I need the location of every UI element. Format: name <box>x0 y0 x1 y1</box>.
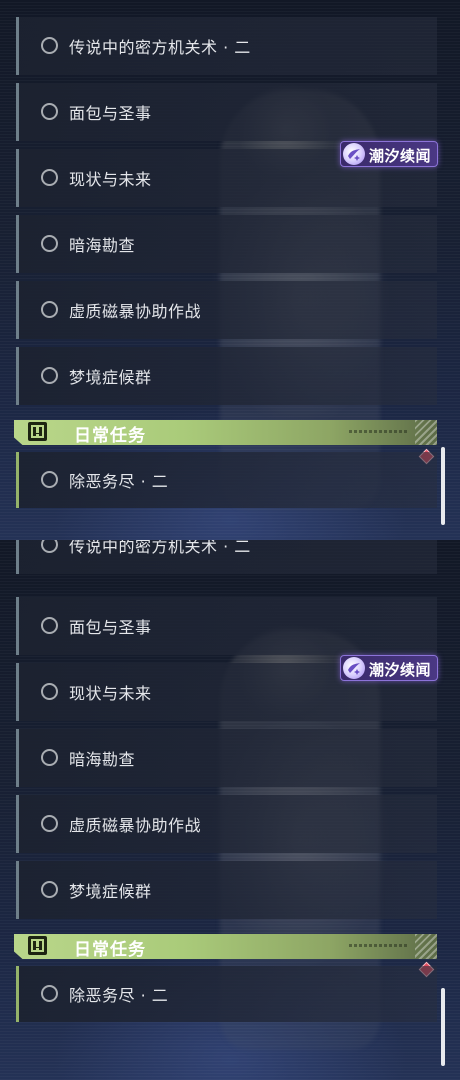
daily-quest-item[interactable]: 除恶务尽 · 二 <box>16 452 437 508</box>
quest-item[interactable]: 梦境症候群 <box>16 347 437 405</box>
daily-quest-item[interactable]: 除恶务尽 · 二 <box>16 966 437 1022</box>
quest-status-circle-icon <box>41 301 58 318</box>
quest-status-circle-icon <box>41 169 58 186</box>
quest-status-circle-icon <box>41 881 58 898</box>
quest-title: 传说中的密方机关术 · 二 <box>69 38 251 57</box>
quest-title: 虚质磁暴协助作战 <box>69 302 202 321</box>
quest-title: 梦境症候群 <box>69 368 152 387</box>
quest-title: 传说中的密方机关术 · 二 <box>69 540 251 556</box>
tide-story-icon <box>343 143 365 165</box>
quest-title: 暗海勘查 <box>69 236 136 255</box>
quest-panel-frame-2: 传说中的密方机关术 · 二 面包与圣事 现状与未来 暗海勘查 虚质磁暴协助作战 … <box>0 540 460 1080</box>
quest-item[interactable]: 暗海勘查 <box>16 215 437 273</box>
tide-story-icon <box>343 657 365 679</box>
quest-item[interactable]: 暗海勘查 <box>16 729 437 787</box>
section-stripes <box>415 420 437 445</box>
quest-status-circle-icon <box>41 367 58 384</box>
quest-status-circle-icon <box>41 471 58 488</box>
daily-section-title: 日常任务 <box>74 940 146 960</box>
event-badge-label: 潮汐续闻 <box>369 661 432 679</box>
quest-item[interactable]: 传说中的密方机关术 · 二 <box>16 17 437 75</box>
quest-panel-frame-1: 传说中的密方机关术 · 二 面包与圣事 现状与未来 暗海勘查 虚质磁暴协助作战 … <box>0 0 460 540</box>
quest-title: 现状与未来 <box>69 684 152 703</box>
quest-status-circle-icon <box>41 683 58 700</box>
quest-title: 面包与圣事 <box>69 104 152 123</box>
scrollbar-thumb[interactable] <box>441 988 445 1066</box>
quest-status-circle-icon <box>41 985 58 1002</box>
daily-section-header[interactable]: 日常任务 <box>14 934 437 959</box>
exclamation-icon <box>28 936 47 955</box>
quest-status-circle-icon <box>41 749 58 766</box>
exclamation-icon <box>28 422 47 441</box>
quest-status-circle-icon <box>41 617 58 634</box>
quest-item[interactable]: 面包与圣事 <box>16 83 437 141</box>
event-badge[interactable]: 潮汐续闻 <box>340 141 438 167</box>
daily-section-header[interactable]: 日常任务 <box>14 420 437 445</box>
quest-status-circle-icon <box>41 815 58 832</box>
quest-title: 现状与未来 <box>69 170 152 189</box>
quest-title: 虚质磁暴协助作战 <box>69 816 202 835</box>
daily-section-title: 日常任务 <box>74 426 146 446</box>
quest-title: 面包与圣事 <box>69 618 152 637</box>
section-deco <box>349 944 409 947</box>
event-badge[interactable]: 潮汐续闻 <box>340 655 438 681</box>
event-badge-label: 潮汐续闻 <box>369 147 432 165</box>
quest-status-circle-icon <box>41 540 58 553</box>
quest-item[interactable]: 虚质磁暴协助作战 <box>16 281 437 339</box>
section-deco <box>349 430 409 433</box>
quest-item[interactable]: 传说中的密方机关术 · 二 <box>16 540 437 574</box>
quest-title: 除恶务尽 · 二 <box>69 986 169 1005</box>
section-stripes <box>415 934 437 959</box>
quest-status-circle-icon <box>41 37 58 54</box>
quest-status-circle-icon <box>41 235 58 252</box>
scrollbar-thumb[interactable] <box>441 447 445 525</box>
quest-status-circle-icon <box>41 103 58 120</box>
quest-title: 暗海勘查 <box>69 750 136 769</box>
quest-item[interactable]: 梦境症候群 <box>16 861 437 919</box>
quest-item[interactable]: 虚质磁暴协助作战 <box>16 795 437 853</box>
quest-title: 梦境症候群 <box>69 882 152 901</box>
quest-title: 除恶务尽 · 二 <box>69 472 169 491</box>
quest-item[interactable]: 面包与圣事 <box>16 597 437 655</box>
